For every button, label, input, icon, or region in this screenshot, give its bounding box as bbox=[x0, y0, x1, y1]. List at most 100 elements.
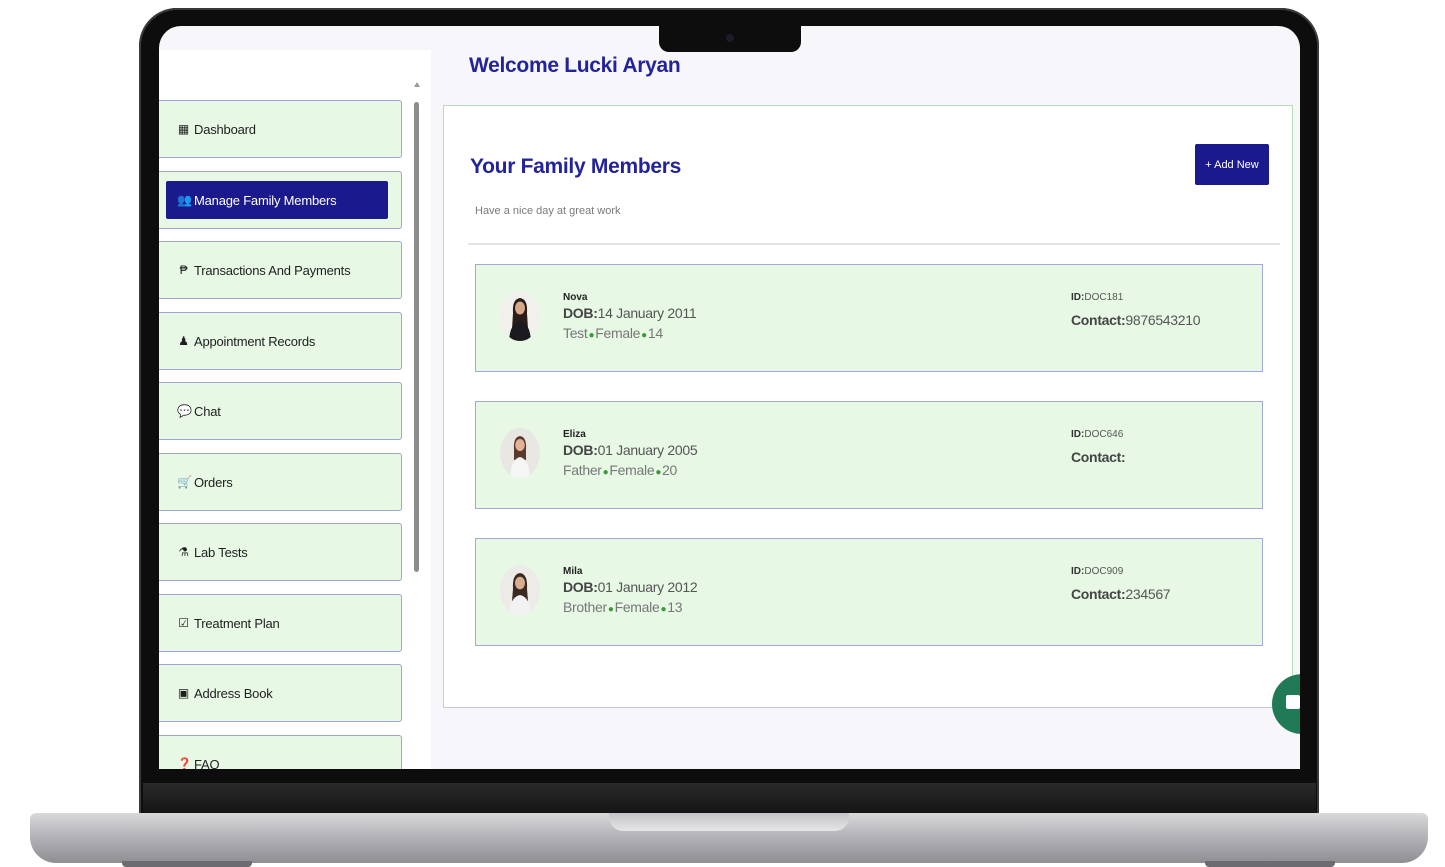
member-id: ID:DOC909 bbox=[1071, 566, 1123, 577]
dob-value: 14 January 2011 bbox=[597, 305, 697, 321]
sidebar-item-chat[interactable]: 💬 Chat bbox=[159, 382, 402, 440]
laptop-notch bbox=[659, 26, 801, 52]
laptop-foot bbox=[122, 861, 252, 867]
separator-dot-icon: ● bbox=[588, 330, 595, 341]
welcome-heading: Welcome Lucki Aryan bbox=[469, 54, 681, 77]
member-dob: DOB:01 January 2005 bbox=[563, 442, 698, 458]
comments-icon: 💬 bbox=[177, 404, 192, 418]
member-age: 13 bbox=[667, 599, 683, 615]
member-card[interactable]: Mila DOB:01 January 2012 Brother●Female●… bbox=[475, 538, 1263, 646]
dashboard-icon: ▦ bbox=[177, 122, 190, 136]
panel-title: Your Family Members bbox=[470, 155, 681, 178]
member-name: Eliza bbox=[563, 429, 586, 440]
add-new-button[interactable]: + Add New bbox=[1195, 144, 1269, 185]
dob-value: 01 January 2005 bbox=[597, 442, 698, 458]
member-gender: Female bbox=[609, 462, 655, 478]
sidebar-item-appointment-records[interactable]: ♟ Appointment Records bbox=[159, 312, 402, 370]
member-card[interactable]: Nova DOB:14 January 2011 Test●Female●14 … bbox=[475, 264, 1263, 372]
member-relation: Father bbox=[563, 462, 602, 478]
chat-bubble-icon bbox=[1286, 695, 1300, 709]
member-dob: DOB:14 January 2011 bbox=[563, 305, 697, 321]
sidebar-item-dashboard[interactable]: ▦ Dashboard bbox=[159, 100, 402, 158]
sidebar-item-label: Orders bbox=[194, 474, 233, 490]
check-square-icon: ☑ bbox=[178, 616, 189, 630]
sidebar-item-lab-tests[interactable]: ⚗ Lab Tests bbox=[159, 523, 402, 581]
id-label: ID: bbox=[1071, 566, 1085, 577]
separator-dot-icon: ● bbox=[641, 330, 647, 341]
sidebar-item-label: Lab Tests bbox=[194, 544, 248, 560]
separator-dot-icon: ● bbox=[602, 467, 609, 478]
laptop-screen: ▦ Dashboard 👥 Manage Family Members ₱ Tr… bbox=[159, 26, 1300, 769]
flask-icon: ⚗ bbox=[178, 545, 189, 559]
member-contact: Contact: bbox=[1071, 449, 1126, 465]
avatar bbox=[500, 291, 540, 341]
member-age: 14 bbox=[647, 325, 663, 341]
member-gender: Female bbox=[614, 599, 660, 615]
contact-value: 9876543210 bbox=[1125, 312, 1201, 328]
member-meta: Test●Female●14 bbox=[563, 325, 663, 341]
id-value: DOC646 bbox=[1084, 429, 1124, 440]
member-gender: Female bbox=[595, 325, 641, 341]
sidebar-item-label: FAQ bbox=[194, 756, 220, 770]
member-contact: Contact:9876543210 bbox=[1071, 312, 1201, 328]
contact-label: Contact: bbox=[1071, 449, 1126, 465]
laptop-base-notch bbox=[609, 813, 849, 831]
contact-label: Contact: bbox=[1071, 586, 1126, 602]
separator-dot-icon: ● bbox=[660, 604, 667, 615]
member-name: Mila bbox=[563, 566, 583, 577]
sidebar-item-address-book[interactable]: ▣ Address Book bbox=[159, 664, 402, 722]
sidebar-item-label: Chat bbox=[194, 403, 221, 419]
scroll-up-arrow-icon[interactable] bbox=[414, 82, 420, 87]
laptop-base bbox=[30, 813, 1428, 863]
contact-label: Contact: bbox=[1071, 312, 1126, 328]
family-members-panel: Your Family Members Have a nice day at g… bbox=[443, 105, 1293, 708]
member-relation: Test bbox=[563, 325, 588, 341]
address-book-icon: ▣ bbox=[177, 686, 190, 700]
id-value: DOC181 bbox=[1084, 292, 1124, 303]
sidebar-item-label: Address Book bbox=[194, 685, 273, 701]
id-value: DOC909 bbox=[1084, 566, 1124, 577]
paypal-icon: ₱ bbox=[179, 263, 188, 277]
camera-icon bbox=[726, 34, 734, 42]
cart-icon: 🛒 bbox=[177, 475, 192, 489]
sidebar-item-label: Treatment Plan bbox=[194, 615, 280, 631]
dob-label: DOB: bbox=[563, 579, 598, 595]
member-name: Nova bbox=[563, 292, 588, 303]
sidebar: ▦ Dashboard 👥 Manage Family Members ₱ Tr… bbox=[159, 50, 431, 769]
sidebar-item-label: Transactions And Payments bbox=[194, 262, 351, 278]
dob-label: DOB: bbox=[563, 305, 598, 321]
divider bbox=[468, 243, 1280, 245]
sidebar-item-treatment-plan[interactable]: ☑ Treatment Plan bbox=[159, 594, 402, 652]
member-id: ID:DOC646 bbox=[1071, 429, 1123, 440]
dob-label: DOB: bbox=[563, 442, 598, 458]
sidebar-item-manage-family-members[interactable]: 👥 Manage Family Members bbox=[159, 171, 402, 229]
id-label: ID: bbox=[1071, 292, 1085, 303]
laptop-hinge bbox=[143, 783, 1316, 813]
sidebar-item-faq[interactable]: ❓ FAQ bbox=[159, 735, 402, 769]
member-relation: Brother bbox=[563, 599, 607, 615]
laptop-mockup: ▦ Dashboard 👥 Manage Family Members ₱ Tr… bbox=[0, 0, 1445, 867]
laptop-foot bbox=[1205, 861, 1335, 867]
separator-dot-icon: ● bbox=[607, 604, 614, 615]
users-icon: 👥 bbox=[177, 193, 192, 207]
question-circle-icon: ❓ bbox=[177, 757, 192, 769]
member-card[interactable]: Eliza DOB:01 January 2005 Father●Female●… bbox=[475, 401, 1263, 509]
dob-value: 01 January 2012 bbox=[597, 579, 698, 595]
avatar bbox=[500, 565, 540, 615]
sidebar-item-label: Dashboard bbox=[194, 121, 256, 137]
panel-subtitle: Have a nice day at great work bbox=[475, 205, 621, 217]
scroll-thumb[interactable] bbox=[414, 102, 419, 572]
id-label: ID: bbox=[1071, 429, 1085, 440]
sidebar-item-label: Appointment Records bbox=[194, 333, 316, 349]
contact-value: 234567 bbox=[1125, 586, 1171, 602]
member-dob: DOB:01 January 2012 bbox=[563, 579, 698, 595]
sidebar-item-transactions[interactable]: ₱ Transactions And Payments bbox=[159, 241, 402, 299]
member-meta: Father●Female●20 bbox=[563, 462, 677, 478]
sidebar-scrollbar[interactable] bbox=[414, 82, 421, 769]
sidebar-item-orders[interactable]: 🛒 Orders bbox=[159, 453, 402, 511]
member-age: 20 bbox=[662, 462, 678, 478]
user-md-icon: ♟ bbox=[178, 334, 189, 348]
member-meta: Brother●Female●13 bbox=[563, 599, 682, 615]
member-id: ID:DOC181 bbox=[1071, 292, 1123, 303]
separator-dot-icon: ● bbox=[655, 467, 662, 478]
